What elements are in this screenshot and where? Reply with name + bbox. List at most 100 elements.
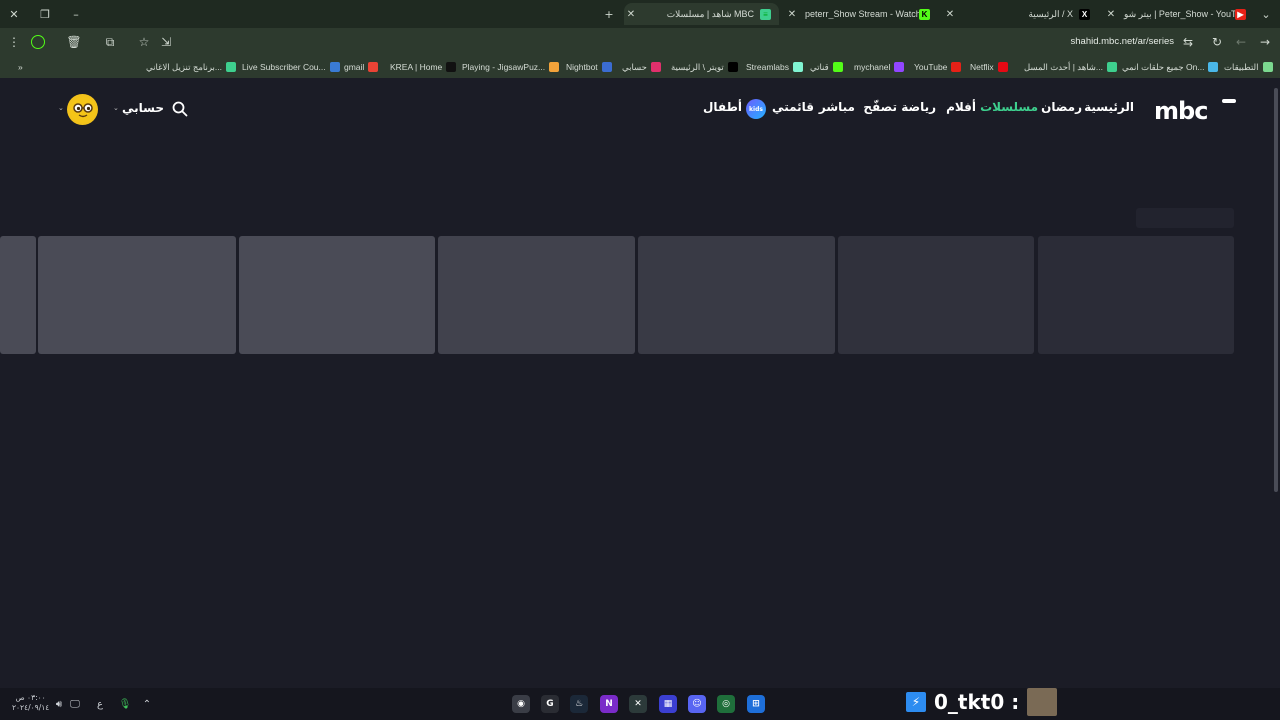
tab-search-icon[interactable]: ⌄	[1256, 4, 1276, 24]
nav-item[interactable]: تصفّح	[863, 100, 897, 114]
tab-title: الرئيسية / X	[1028, 8, 1073, 19]
site-settings-icon[interactable]: ⇆	[1178, 32, 1198, 52]
bookmark-item[interactable]: التطبيقات	[1224, 61, 1273, 73]
steam-icon[interactable]: ♨	[570, 695, 588, 713]
network-icon[interactable]: 🖵	[68, 697, 82, 711]
volume-icon[interactable]: 🔊︎	[52, 697, 66, 711]
x-icon: X	[1079, 8, 1090, 20]
bookmark-item[interactable]: شاهد | أحدث المسل...	[1024, 61, 1118, 73]
back-icon[interactable]: ←	[1231, 32, 1251, 52]
bookmark-item[interactable]: Live Subscriber Cou...	[242, 61, 340, 73]
xbox-app-icon[interactable]: ✕	[629, 695, 647, 713]
delete-icon[interactable]: 🗑	[64, 32, 84, 52]
skeleton-card	[438, 236, 635, 354]
forward-icon[interactable]: →	[1255, 32, 1275, 52]
overlay-username: 0_tkt0 :	[934, 690, 1020, 714]
tab-title: شاهد | مسلسلات MBC	[666, 8, 754, 19]
bookmark-favicon-icon	[549, 62, 560, 72]
bookmark-item[interactable]: حسابي	[622, 61, 661, 73]
kick-icon: K	[919, 8, 930, 20]
nav-item[interactable]: أطفال	[703, 100, 742, 114]
bookmark-item[interactable]: Nightbot	[566, 61, 612, 73]
discord-icon[interactable]: ☺	[688, 695, 706, 713]
windows-start-icon[interactable]: ⊞	[747, 695, 765, 713]
tab-x[interactable]: ✕ الرئيسية / X X	[943, 3, 1098, 25]
bookmark-item[interactable]: جميع حلقات انمي On...	[1122, 61, 1219, 73]
bookmark-item[interactable]: تويتر \ الرئيسية	[671, 61, 738, 73]
search-icon[interactable]	[172, 101, 188, 117]
microphone-icon[interactable]: 🎙︎	[118, 697, 132, 711]
scrollbar-thumb[interactable]	[1274, 88, 1278, 492]
reload-icon[interactable]: ↻	[1207, 32, 1227, 52]
tab-shahid[interactable]: ✕ شاهد | مسلسلات MBC ≡	[624, 3, 779, 25]
bookmark-item[interactable]: YouTube	[914, 61, 962, 73]
nav-item[interactable]: قائمتي	[772, 100, 814, 114]
language-indicator[interactable]: ع	[93, 697, 107, 711]
bookmark-item[interactable]: Playing - JigsawPuz...	[462, 61, 560, 73]
bookmark-favicon-icon	[951, 62, 962, 72]
nzxt-icon[interactable]: N	[600, 695, 618, 713]
bookmark-favicon-icon	[1262, 62, 1273, 72]
chrome-icon[interactable]: ◎	[717, 695, 735, 713]
bookmark-item[interactable]: Netflix	[970, 61, 1008, 73]
address-bar[interactable]: shahid.mbc.net/ar/series	[1071, 36, 1175, 47]
nav-item[interactable]: رمضان	[1041, 100, 1082, 114]
tab-close-icon[interactable]: ✕	[1104, 9, 1118, 20]
new-tab-button[interactable]: +	[599, 4, 619, 24]
bookmark-label: Streamlabs	[746, 62, 789, 72]
bookmark-item[interactable]: gmail	[344, 61, 379, 73]
avatar[interactable]	[67, 94, 98, 125]
bookmark-item[interactable]: mychanel	[854, 61, 905, 73]
obs-icon[interactable]: ◉	[512, 695, 530, 713]
bookmark-favicon-icon	[1107, 62, 1118, 72]
bookmark-star-icon[interactable]: ☆	[134, 32, 154, 52]
bookmark-label: Playing - JigsawPuz...	[462, 62, 546, 72]
profile-icon[interactable]	[28, 32, 48, 52]
nav-item[interactable]: الرئيسية	[1084, 100, 1134, 114]
skeleton-card	[1038, 236, 1234, 354]
clock[interactable]: ٠٣:٠٠ ص ٢٠٢٤/٠٩/١٤	[12, 693, 49, 713]
nav-item[interactable]: مباشر	[819, 100, 855, 114]
tray-expand-icon[interactable]: ⌃	[140, 697, 154, 711]
tab-close-icon[interactable]: ✕	[624, 9, 638, 20]
grid-app-icon[interactable]: ▦	[659, 695, 677, 713]
mbc-logo[interactable]: mbc	[1154, 97, 1208, 125]
skeleton-card	[638, 236, 835, 354]
clock-date: ٢٠٢٤/٠٩/١٤	[12, 703, 50, 712]
restore-window-icon[interactable]: ❐	[35, 4, 55, 24]
bookmark-item[interactable]: قناتي	[810, 61, 843, 73]
bookmark-label: mychanel	[854, 62, 891, 72]
skeleton-card	[38, 236, 236, 354]
browser-tab-strip: ✕ ❐ – + ✕ بيتر شو | Peter_Show - YouTube…	[0, 0, 1280, 28]
nav-item[interactable]: رياضة	[901, 100, 936, 114]
clock-time: ٠٣:٠٠ ص	[15, 693, 46, 702]
webcam-thumbnail	[1027, 688, 1058, 716]
nav-item[interactable]: أفلام	[946, 100, 976, 114]
tab-youtube[interactable]: ✕ بيتر شو | Peter_Show - YouTube ▶	[1104, 3, 1254, 25]
bookmark-favicon-icon	[894, 62, 905, 72]
minimize-window-icon[interactable]: –	[66, 4, 86, 24]
bookmark-label: KREA | Home	[390, 62, 443, 72]
extensions-icon[interactable]: ⧉	[100, 32, 120, 52]
bookmark-item[interactable]: Streamlabs	[746, 61, 803, 73]
chevron-down-icon[interactable]: ⌄	[58, 104, 64, 112]
tab-close-icon[interactable]: ✕	[943, 9, 957, 20]
skeleton-card	[0, 236, 36, 354]
kick-overlay-icon: ⚡	[906, 692, 926, 712]
shahid-icon: ≡	[760, 8, 771, 20]
account-label[interactable]: حسابي	[122, 101, 164, 115]
bookmarks-more-button[interactable]: »	[18, 61, 23, 73]
bookmark-label: جميع حلقات انمي On...	[1122, 61, 1205, 72]
tab-close-icon[interactable]: ✕	[785, 9, 799, 20]
bookmark-item[interactable]: برنامج تنزيل الاغاني...	[146, 61, 236, 73]
nav-item[interactable]: مسلسلات	[980, 100, 1038, 114]
menu-kebab-icon[interactable]: ⋮	[4, 32, 24, 52]
tab-kick[interactable]: ✕ peterr_Show Stream - Watch Li K	[785, 3, 938, 25]
kids-badge-icon: kids	[746, 99, 766, 119]
share-icon[interactable]: ⇲	[156, 32, 176, 52]
chevron-down-icon[interactable]: ⌄	[113, 104, 119, 112]
app-g-icon[interactable]: G	[541, 695, 559, 713]
bookmark-label: حسابي	[622, 61, 647, 72]
bookmark-item[interactable]: KREA | Home	[390, 61, 457, 73]
close-window-icon[interactable]: ✕	[4, 4, 24, 24]
